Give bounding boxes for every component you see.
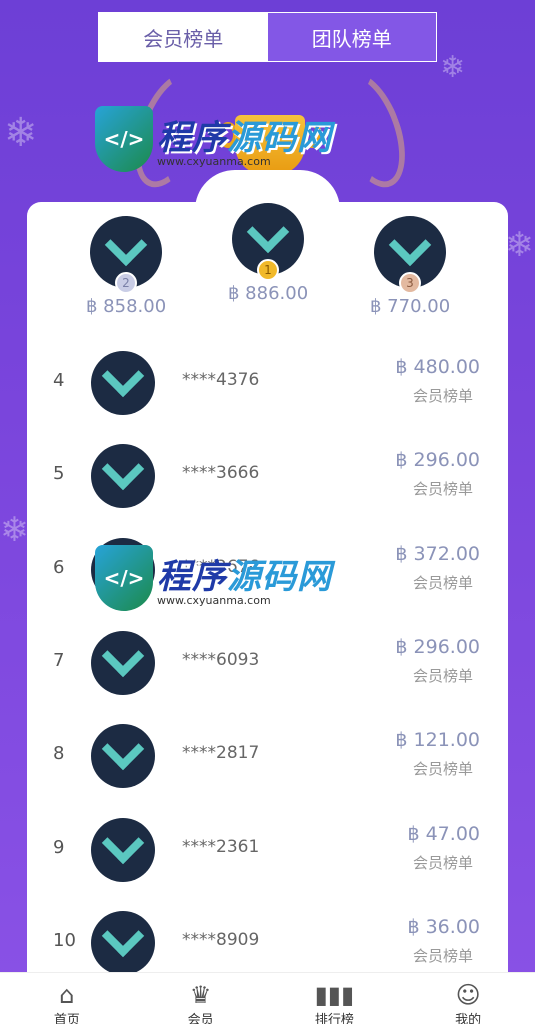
ranking-label: 会员榜单 <box>412 667 473 685</box>
podium-second[interactable]: 2 ฿ 858.00 <box>86 216 166 317</box>
user-id: ****2361 <box>182 837 260 857</box>
avatar <box>91 818 155 882</box>
amount: ฿ 372.00 <box>395 543 480 565</box>
medal-bronze-icon: 3 <box>399 272 421 294</box>
avatar: 2 <box>90 216 162 294</box>
amount: ฿ 47.00 <box>407 823 480 845</box>
rank-number: 6 <box>53 557 65 578</box>
avatar <box>91 724 155 788</box>
list-item[interactable]: 5 ****3666 ฿ 296.00 会员榜单 <box>27 441 508 511</box>
list-item[interactable]: 7 ****6093 ฿ 296.00 会员榜单 <box>27 628 508 698</box>
avatar <box>91 444 155 508</box>
podium-amount: ฿ 858.00 <box>86 296 167 317</box>
nav-ranking[interactable]: ▮▮▮ 排行榜 <box>268 973 402 1024</box>
amount: ฿ 36.00 <box>407 916 480 938</box>
user-id: ****8909 <box>182 930 260 950</box>
chart-icon: ▮▮▮ <box>314 981 355 1009</box>
avatar: 3 <box>374 216 446 294</box>
ranking-label: 会员榜单 <box>412 947 473 965</box>
leaderboard-tabs: 会员榜单 团队榜单 <box>98 12 437 62</box>
rank-number: 10 <box>53 930 76 951</box>
medal-silver-icon: 2 <box>115 272 137 294</box>
list-item[interactable]: 10 ****8909 ฿ 36.00 会员榜单 <box>27 908 508 978</box>
ranking-label: 会员榜单 <box>412 387 473 405</box>
amount: ฿ 480.00 <box>395 356 480 378</box>
user-id: ****6093 <box>182 650 260 670</box>
snowflake-icon: ❄ <box>0 510 29 550</box>
tab-member-ranking[interactable]: 会员榜单 <box>99 13 268 61</box>
nav-member[interactable]: ♛ 会员 <box>134 973 268 1024</box>
avatar <box>91 631 155 695</box>
rank-number: 8 <box>53 743 65 764</box>
rank-number: 9 <box>53 837 65 858</box>
code-shield-icon: </> <box>95 106 153 172</box>
amount: ฿ 296.00 <box>395 449 480 471</box>
user-icon: ☺ <box>455 981 481 1009</box>
bottom-nav: ⌂ 首页 ♛ 会员 ▮▮▮ 排行榜 ☺ 我的 <box>0 972 535 1024</box>
list-item[interactable]: 4 ****4376 ฿ 480.00 会员榜单 <box>27 348 508 418</box>
user-id: ****4376 <box>182 370 260 390</box>
crown-icon: ♛ <box>189 981 212 1009</box>
ranking-label: 会员榜单 <box>412 760 473 778</box>
nav-profile[interactable]: ☺ 我的 <box>401 973 535 1024</box>
tab-team-ranking[interactable]: 团队榜单 <box>267 13 436 61</box>
ranking-label: 会员榜单 <box>412 574 473 592</box>
list-item[interactable]: 8 ****2817 ฿ 121.00 会员榜单 <box>27 721 508 791</box>
home-icon: ⌂ <box>59 981 75 1009</box>
amount: ฿ 296.00 <box>395 636 480 658</box>
podium-amount: ฿ 770.00 <box>370 296 451 317</box>
list-item[interactable]: 9 ****2361 ฿ 47.00 会员榜单 <box>27 815 508 885</box>
watermark-logo: </> 程序源码网 www.cxyuanma.com <box>95 545 332 611</box>
rank-number: 5 <box>53 463 65 484</box>
nav-home[interactable]: ⌂ 首页 <box>0 973 134 1024</box>
snowflake-icon: ❄ <box>4 110 38 156</box>
ranking-label: 会员榜单 <box>412 480 473 498</box>
rank-number: 4 <box>53 370 65 391</box>
ranking-label: 会员榜单 <box>412 854 473 872</box>
podium-first[interactable]: 1 ฿ 886.00 <box>228 203 308 304</box>
avatar <box>91 911 155 975</box>
amount: ฿ 121.00 <box>395 729 480 751</box>
user-id: ****2817 <box>182 743 260 763</box>
podium-third[interactable]: 3 ฿ 770.00 <box>370 216 450 317</box>
podium-amount: ฿ 886.00 <box>228 283 309 304</box>
rank-number: 7 <box>53 650 65 671</box>
medal-gold-icon: 1 <box>257 259 279 281</box>
avatar: 1 <box>232 203 304 281</box>
snowflake-icon: ❄ <box>505 225 534 265</box>
snowflake-icon: ❄ <box>440 50 466 85</box>
user-id: ****3666 <box>182 463 260 483</box>
avatar <box>91 351 155 415</box>
code-shield-icon: </> <box>95 545 153 611</box>
watermark-logo: </> 程序源码网 www.cxyuanma.com <box>95 106 332 172</box>
